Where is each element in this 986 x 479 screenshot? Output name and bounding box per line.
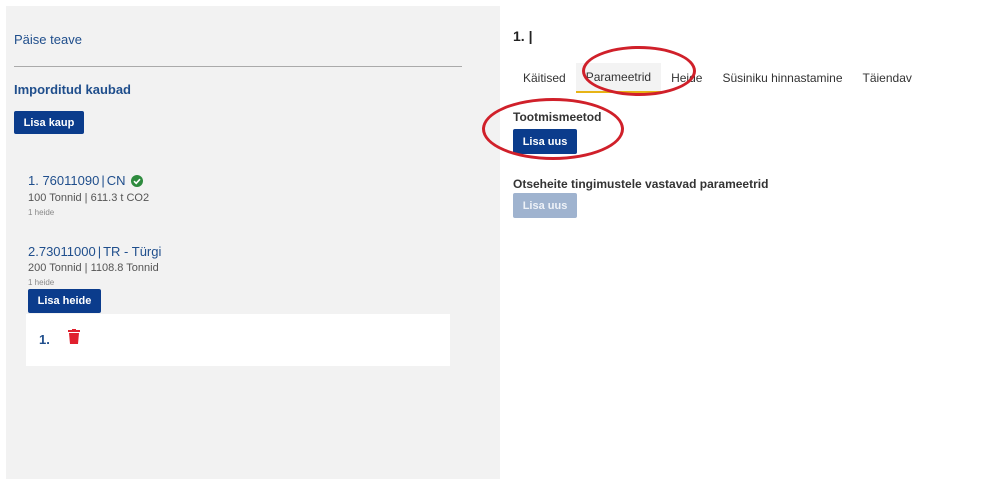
header-info-link[interactable]: Päise teave bbox=[14, 32, 82, 47]
goods-emission-count: 1 heide bbox=[28, 278, 55, 287]
tab-installations[interactable]: Käitised bbox=[513, 63, 576, 93]
add-goods-button[interactable]: Lisa kaup bbox=[14, 111, 84, 134]
trash-icon[interactable] bbox=[68, 329, 80, 344]
check-circle-icon bbox=[130, 174, 143, 187]
tab-bar: Käitised Parameetrid Heide Süsiniku hinn… bbox=[513, 63, 922, 93]
goods-code: 1. 76011090 bbox=[28, 173, 100, 188]
tab-additional[interactable]: Täiendav bbox=[853, 63, 922, 93]
imported-goods-panel: Päise teave Imporditud kaubad Lisa kaup … bbox=[6, 6, 500, 479]
goods-emission-count: 1 heide bbox=[28, 208, 55, 217]
add-direct-param-button-disabled: Lisa uus bbox=[513, 193, 577, 218]
emission-detail-title: 1. | bbox=[513, 28, 533, 44]
goods-origin: CN bbox=[106, 173, 126, 188]
goods-origin: TR - Türgi bbox=[103, 244, 162, 259]
goods-quantity: 100 Tonnid | 611.3 t CO2 bbox=[28, 192, 150, 204]
annotation-ellipse-production bbox=[482, 98, 624, 160]
direct-emission-params-label: Otseheite tingimustele vastavad parameet… bbox=[513, 177, 769, 191]
emission-number: 1. bbox=[39, 332, 50, 347]
divider bbox=[14, 66, 462, 67]
separator: | bbox=[97, 244, 102, 259]
emission-item[interactable]: 1. bbox=[26, 314, 450, 366]
imported-goods-title: Imporditud kaubad bbox=[14, 82, 131, 97]
tab-carbon-pricing[interactable]: Süsiniku hinnastamine bbox=[712, 63, 852, 93]
separator: | bbox=[101, 173, 105, 188]
goods-item-link[interactable]: 2.73011000 | TR - Türgi bbox=[28, 244, 161, 259]
goods-item-link[interactable]: 1. 76011090 | CN bbox=[28, 173, 143, 188]
goods-code: 2.73011000 bbox=[28, 244, 96, 259]
add-emission-button[interactable]: Lisa heide bbox=[28, 289, 101, 313]
annotation-ellipse-tab bbox=[582, 46, 696, 96]
goods-quantity: 200 Tonnid | 1108.8 Tonnid bbox=[28, 262, 159, 274]
